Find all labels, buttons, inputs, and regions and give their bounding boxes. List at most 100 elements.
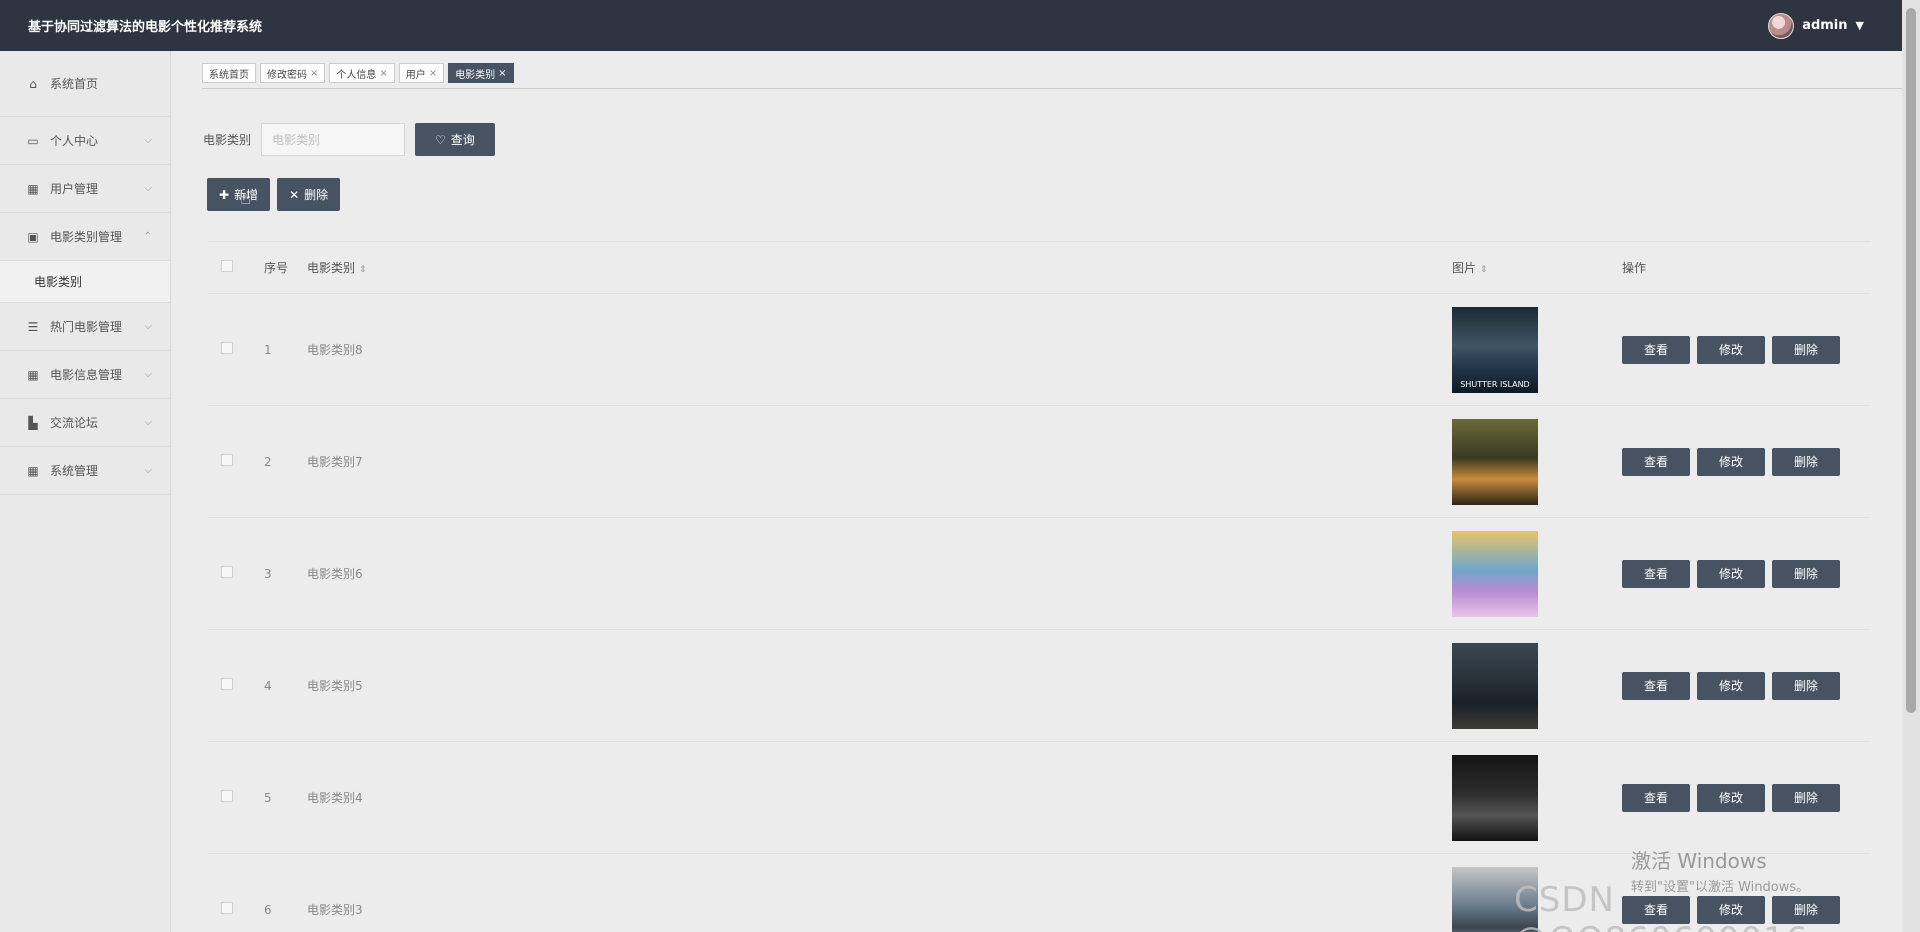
row-name: 电影类别5 (307, 679, 363, 693)
window-icon: ▭ (27, 133, 39, 148)
header-name-label: 电影类别 (307, 261, 356, 275)
sidebar-item-label: 系统管理 (50, 464, 99, 478)
tab-bar: 系统首页 修改密码 × 个人信息 × 用户 × 电影类别 × (202, 63, 514, 85)
sort-icon[interactable]: ⇕ (1480, 265, 1488, 275)
delete-button[interactable]: 删除 (1772, 335, 1840, 364)
row-checkbox[interactable] (221, 342, 233, 354)
clipboard-icon: ▣ (27, 229, 39, 244)
chevron-down-icon: ⌵ (144, 183, 152, 194)
sidebar-item-label: 个人中心 (50, 134, 99, 148)
delete-button[interactable]: 删除 (1772, 671, 1840, 700)
hand-cursor-icon: ☝ (240, 188, 251, 209)
movie-poster-image[interactable]: SHUTTER ISLAND (1452, 306, 1538, 393)
sidebar-item-personal-center[interactable]: ▭ 个人中心 ⌵ (0, 117, 170, 165)
delete-button[interactable]: 删除 (1772, 447, 1840, 476)
poster-text: SHUTTER ISLAND (1460, 379, 1530, 389)
header-num: 序号 (264, 261, 289, 275)
edit-button[interactable]: 修改 (1697, 335, 1765, 364)
sidebar-item-label: 电影信息管理 (50, 368, 123, 382)
plus-icon: ✚ (219, 187, 230, 202)
tab-label: 个人信息 (336, 69, 377, 81)
table-header: 序号 电影类别 ⇕ 图片 ⇕ 操作 (208, 241, 1870, 294)
tab-user[interactable]: 用户 × (398, 63, 445, 83)
sidebar-item-label: 电影类别管理 (50, 230, 123, 244)
view-button[interactable]: 查看 (1622, 671, 1690, 700)
header-name[interactable]: 电影类别 ⇕ (307, 259, 1452, 276)
view-button[interactable]: 查看 (1622, 783, 1690, 812)
row-name: 电影类别6 (307, 567, 363, 581)
sidebar-item-movie-category-management[interactable]: ▣ 电影类别管理 ⌃ (0, 213, 170, 261)
header-image-label: 图片 (1452, 261, 1477, 275)
row-num: 2 (264, 454, 272, 469)
add-button[interactable]: ✚ 新增 (207, 178, 271, 211)
sidebar-item-home[interactable]: ⌂ 系统首页 (0, 51, 170, 117)
close-icon[interactable]: × (379, 68, 387, 79)
grid-icon: ▦ (27, 463, 39, 478)
caret-down-icon[interactable]: ▼ (1856, 19, 1864, 32)
sidebar-subitem-movie-category[interactable]: 电影类别 (0, 261, 170, 303)
movie-poster-image[interactable] (1452, 530, 1538, 617)
user-menu[interactable]: admin ▼ (1768, 12, 1864, 39)
tab-label: 修改密码 (267, 69, 307, 81)
view-button[interactable]: 查看 (1622, 447, 1690, 476)
scrollbar-thumb[interactable] (1906, 8, 1916, 713)
row-checkbox[interactable] (221, 566, 233, 578)
row-checkbox[interactable] (221, 902, 233, 914)
select-all-checkbox[interactable] (221, 260, 233, 272)
avatar[interactable] (1768, 12, 1795, 39)
home-icon: ⌂ (29, 76, 37, 91)
sidebar-item-system-management[interactable]: ▦ 系统管理 ⌵ (0, 447, 170, 495)
header-image[interactable]: 图片 ⇕ (1452, 259, 1622, 276)
close-icon: ✕ (289, 187, 300, 202)
sidebar-item-forum[interactable]: ▙ 交流论坛 ⌵ (0, 399, 170, 447)
movie-poster-image[interactable] (1452, 754, 1538, 841)
row-checkbox[interactable] (221, 454, 233, 466)
edit-button[interactable]: 修改 (1697, 671, 1765, 700)
edit-button[interactable]: 修改 (1697, 559, 1765, 588)
row-checkbox[interactable] (221, 790, 233, 802)
sidebar: ⌂ 系统首页 ▭ 个人中心 ⌵ ▦ 用户管理 ⌵ ▣ 电影类别管理 ⌃ 电影类别… (0, 51, 171, 932)
sliders-icon: ☰ (27, 319, 39, 334)
chevron-down-icon: ⌵ (144, 321, 152, 332)
sidebar-item-hot-movie-management[interactable]: ☰ 热门电影管理 ⌵ (0, 303, 170, 351)
edit-button[interactable]: 修改 (1697, 447, 1765, 476)
chevron-up-icon: ⌃ (143, 231, 152, 242)
tab-label: 系统首页 (209, 69, 249, 81)
sidebar-item-movie-info-management[interactable]: ▦ 电影信息管理 ⌵ (0, 351, 170, 399)
close-icon[interactable]: × (310, 68, 318, 79)
sidebar-item-label: 系统首页 (50, 77, 99, 91)
query-button[interactable]: ♡ 查询 (415, 123, 495, 156)
data-table: 序号 电影类别 ⇕ 图片 ⇕ 操作 1 电影类别8 SHUTTER ISLAND 查… (208, 241, 1870, 932)
row-num: 4 (264, 678, 272, 693)
search-bar: 电影类别 ♡ 查询 (203, 123, 495, 156)
page-scrollbar[interactable] (1902, 0, 1920, 932)
view-button[interactable]: 查看 (1622, 559, 1690, 588)
delete-button[interactable]: 删除 (1772, 559, 1840, 588)
sidebar-item-user-management[interactable]: ▦ 用户管理 ⌵ (0, 165, 170, 213)
tab-home[interactable]: 系统首页 (202, 63, 256, 83)
username[interactable]: admin (1802, 18, 1847, 33)
tab-movie-category[interactable]: 电影类别 × (448, 63, 514, 83)
delete-button[interactable]: 删除 (1772, 783, 1840, 812)
row-checkbox[interactable] (221, 678, 233, 690)
heart-icon: ♡ (435, 132, 446, 147)
row-name: 电影类别3 (307, 903, 363, 917)
table-row: 2 电影类别7 查看 修改 删除 (208, 406, 1870, 518)
tab-change-password[interactable]: 修改密码 × (260, 63, 326, 83)
close-icon[interactable]: × (498, 68, 506, 79)
search-input[interactable] (261, 123, 406, 156)
row-name: 电影类别7 (307, 455, 363, 469)
batch-delete-button[interactable]: ✕ 删除 (277, 178, 341, 211)
sort-icon[interactable]: ⇕ (359, 265, 367, 275)
close-icon[interactable]: × (429, 68, 437, 79)
movie-poster-image[interactable] (1452, 642, 1538, 729)
apps-icon: ▦ (27, 367, 39, 382)
edit-button[interactable]: 修改 (1697, 783, 1765, 812)
row-name: 电影类别4 (307, 791, 363, 805)
movie-poster-image[interactable] (1452, 418, 1538, 505)
chevron-down-icon: ⌵ (144, 417, 152, 428)
tab-personal-info[interactable]: 个人信息 × (329, 63, 395, 83)
row-name: 电影类别8 (307, 343, 363, 357)
view-button[interactable]: 查看 (1622, 335, 1690, 364)
tab-divider (202, 88, 1902, 89)
